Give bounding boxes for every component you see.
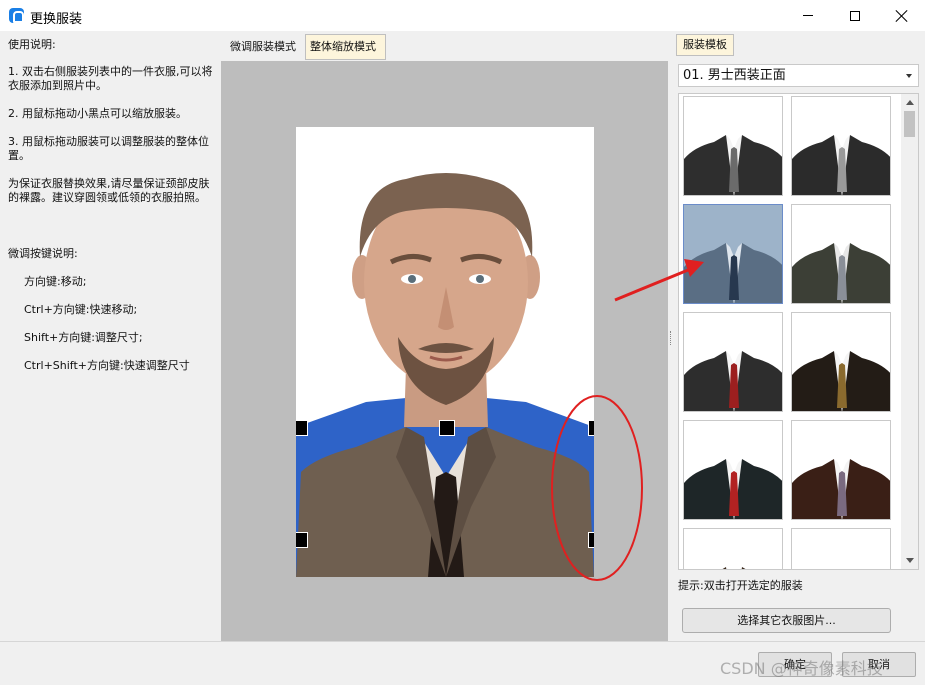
close-icon bbox=[896, 10, 908, 22]
instruction-step-2: 2. 用鼠标拖动小黑点可以缩放服装。 bbox=[8, 107, 187, 120]
minimize-icon bbox=[803, 15, 813, 16]
keys-heading: 微调按键说明: bbox=[8, 247, 78, 260]
instructions-panel: 使用说明: 1. 双击右侧服装列表中的一件衣服,可以将衣服添加到照片中。 2. … bbox=[0, 31, 221, 641]
category-select[interactable]: 01. 男士西装正面 bbox=[678, 64, 919, 87]
suit-template-thumbnail[interactable] bbox=[683, 312, 783, 412]
scroll-down-icon[interactable] bbox=[906, 558, 914, 563]
gallery-scrollbar[interactable] bbox=[901, 94, 918, 569]
instruction-step-1: 1. 双击右侧服装列表中的一件衣服,可以将衣服添加到照片中。 bbox=[8, 65, 213, 92]
resize-handle-top-right[interactable] bbox=[588, 420, 594, 436]
hint-text: 提示:双击打开选定的服装 bbox=[678, 579, 803, 592]
instruction-note: 为保证衣服替换效果,请尽量保证颈部皮肤的裸露。建议穿圆领或低领的衣服拍照。 bbox=[8, 177, 210, 204]
portrait-photo[interactable] bbox=[296, 127, 594, 577]
suit-template-thumbnail[interactable] bbox=[791, 312, 891, 412]
template-gallery bbox=[678, 93, 919, 570]
resize-handle-bottom-right[interactable] bbox=[588, 532, 594, 548]
app-icon bbox=[9, 8, 24, 23]
mode-tabbar: 微调服装模式 整体缩放模式 bbox=[221, 31, 668, 61]
window-title: 更换服装 bbox=[30, 12, 83, 27]
scrollbar-thumb[interactable] bbox=[904, 111, 915, 137]
editor-area: 微调服装模式 整体缩放模式 bbox=[221, 31, 668, 641]
category-select-value: 01. 男士西装正面 bbox=[683, 68, 786, 83]
key-hint-fast-resize: Ctrl+Shift+方向键:快速调整尺寸 bbox=[24, 359, 190, 372]
suit-template-thumbnail[interactable] bbox=[683, 528, 783, 569]
resize-handle-bottom-left[interactable] bbox=[296, 532, 308, 548]
suit-template-thumbnail[interactable] bbox=[791, 420, 891, 520]
resize-handle-top-left[interactable] bbox=[296, 420, 308, 436]
watermark: CSDN @神奇像素科技 bbox=[720, 659, 883, 678]
instructions-heading: 使用说明: bbox=[8, 38, 56, 51]
bottom-bar: 确定 取消 CSDN @神奇像素科技 bbox=[0, 641, 925, 685]
scroll-up-icon[interactable] bbox=[906, 100, 914, 105]
choose-other-image-button[interactable]: 选择其它衣服图片... bbox=[682, 608, 891, 633]
close-button[interactable] bbox=[879, 0, 925, 31]
instruction-step-3: 3. 用鼠标拖动服装可以调整服装的整体位置。 bbox=[8, 135, 209, 162]
title-bar: 更换服装 bbox=[0, 0, 925, 31]
suit-template-thumbnail[interactable] bbox=[791, 528, 891, 569]
portrait-image bbox=[296, 173, 594, 577]
suit-template-thumbnail[interactable] bbox=[683, 96, 783, 196]
tab-fine-tune-mode[interactable]: 微调服装模式 bbox=[225, 34, 304, 60]
suit-template-thumbnail[interactable] bbox=[791, 204, 891, 304]
suit-template-thumbnail[interactable] bbox=[791, 96, 891, 196]
maximize-button[interactable] bbox=[832, 0, 878, 31]
key-hint-fast-move: Ctrl+方向键:快速移动; bbox=[24, 303, 138, 316]
template-panel: 服装模板 01. 男士西装正面 提示:双击打开选定的服装 选择其它衣服图片... bbox=[674, 31, 925, 641]
key-hint-move: 方向键:移动; bbox=[24, 275, 87, 288]
tab-clothing-templates[interactable]: 服装模板 bbox=[676, 34, 734, 56]
minimize-button[interactable] bbox=[785, 0, 831, 31]
tab-whole-scale-mode[interactable]: 整体缩放模式 bbox=[305, 34, 386, 60]
chevron-down-icon bbox=[906, 74, 912, 78]
suit-template-thumbnail[interactable] bbox=[683, 204, 783, 304]
maximize-icon bbox=[850, 10, 860, 21]
splitter-grip-icon bbox=[670, 331, 672, 345]
resize-handle-top-center[interactable] bbox=[439, 420, 455, 436]
key-hint-resize: Shift+方向键:调整尺寸; bbox=[24, 331, 143, 344]
suit-template-thumbnail[interactable] bbox=[683, 420, 783, 520]
